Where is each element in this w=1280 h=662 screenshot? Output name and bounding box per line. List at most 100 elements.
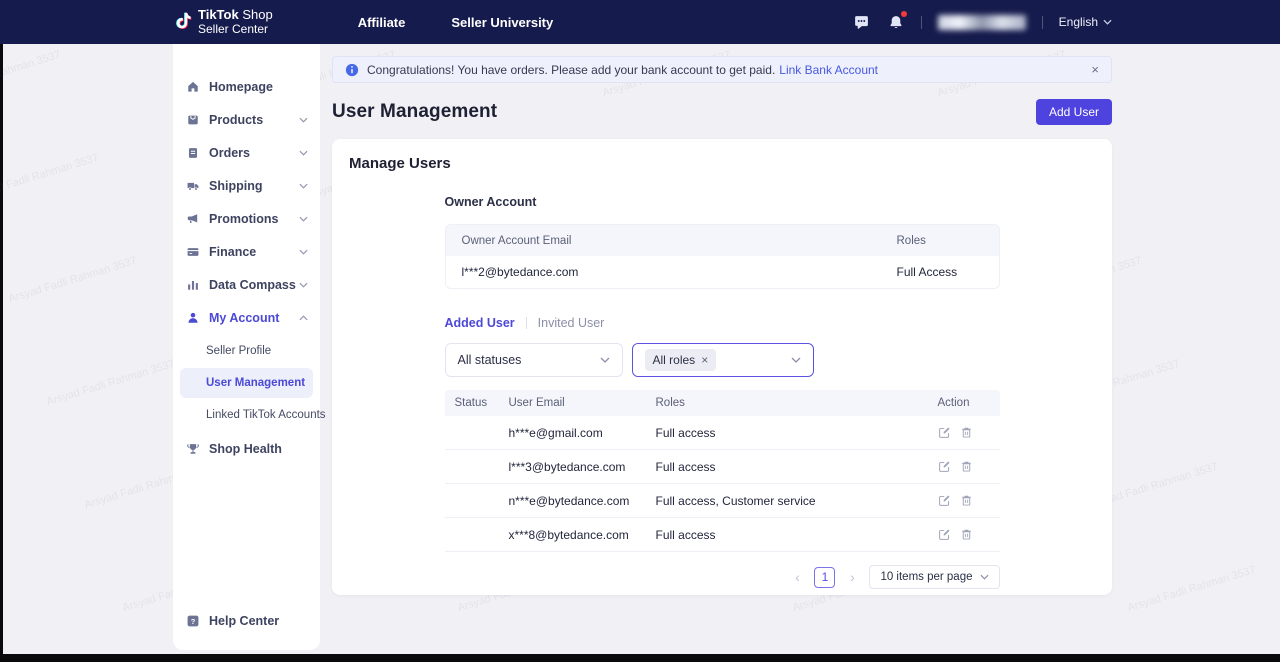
navbar-right: English bbox=[853, 13, 1112, 31]
card-title: Manage Users bbox=[332, 139, 1112, 172]
items-per-page-select[interactable]: 10 items per page bbox=[869, 565, 999, 589]
notifications-bell-icon[interactable] bbox=[887, 13, 905, 31]
sidebar-subitem-seller-profile[interactable]: Seller Profile bbox=[180, 336, 313, 366]
delete-icon[interactable] bbox=[960, 528, 973, 541]
add-user-button[interactable]: Add User bbox=[1036, 99, 1112, 125]
owner-email-header: Owner Account Email bbox=[462, 235, 897, 247]
owner-roles-header: Roles bbox=[897, 235, 983, 247]
tiktok-shop-logo[interactable]: TikTok Shop Seller Center bbox=[171, 8, 273, 35]
prev-page-button[interactable]: ‹ bbox=[787, 567, 807, 588]
sidebar-item-products[interactable]: Products bbox=[173, 103, 320, 136]
edit-icon[interactable] bbox=[938, 426, 951, 439]
chevron-down-icon bbox=[791, 357, 801, 363]
sidebar-item-homepage[interactable]: Homepage bbox=[173, 70, 320, 103]
promotions-megaphone-icon bbox=[186, 212, 200, 226]
user-roles: Full access, Customer service bbox=[656, 494, 938, 508]
roles-filter-select[interactable]: All roles × bbox=[632, 343, 814, 377]
logo-text: TikTok Shop Seller Center bbox=[198, 8, 273, 35]
sidebar-item-my-account[interactable]: My Account bbox=[173, 301, 320, 334]
user-email: l***3@bytedance.com bbox=[509, 460, 656, 474]
tab-added-user[interactable]: Added User bbox=[445, 316, 515, 330]
page-number-button[interactable]: 1 bbox=[814, 567, 835, 588]
next-page-button[interactable]: › bbox=[842, 567, 862, 588]
pagination: ‹ 1 › 10 items per page bbox=[445, 565, 1000, 589]
items-per-page-value: 10 items per page bbox=[880, 571, 972, 583]
sidebar-item-label: Finance bbox=[209, 245, 299, 259]
sidebar-item-label: Products bbox=[209, 113, 299, 127]
sidebar-subitem-linked-tiktok-accounts[interactable]: Linked TikTok Accounts bbox=[180, 400, 313, 430]
account-name-blurred[interactable] bbox=[938, 15, 1026, 30]
sidebar-subitem-user-management[interactable]: User Management bbox=[180, 368, 313, 398]
user-roles: Full access bbox=[656, 528, 938, 542]
status-filter-value: All statuses bbox=[458, 353, 522, 367]
owner-table-header: Owner Account Email Roles bbox=[446, 225, 999, 256]
user-roles: Full access bbox=[656, 460, 938, 474]
language-label: English bbox=[1059, 15, 1098, 29]
table-row: l***3@bytedance.com Full access bbox=[445, 450, 1000, 484]
chevron-down-icon bbox=[299, 183, 308, 189]
link-bank-account-link[interactable]: Link Bank Account bbox=[779, 63, 878, 77]
svg-text:?: ? bbox=[191, 617, 196, 626]
delete-icon[interactable] bbox=[960, 426, 973, 439]
user-email: h***e@gmail.com bbox=[509, 426, 656, 440]
language-selector[interactable]: English bbox=[1059, 15, 1112, 29]
roles-chip-label: All roles bbox=[653, 353, 696, 367]
nav-divider bbox=[1042, 16, 1043, 29]
nav-link-affiliate[interactable]: Affiliate bbox=[358, 15, 406, 30]
owner-roles-value: Full Access bbox=[897, 265, 983, 279]
top-navbar: TikTok Shop Seller Center Affiliate Sell… bbox=[0, 0, 1280, 44]
sidebar-item-label: Data Compass bbox=[209, 278, 299, 292]
chevron-down-icon bbox=[299, 117, 308, 123]
nav-divider bbox=[921, 16, 922, 29]
nav-links: Affiliate Seller University bbox=[358, 15, 554, 30]
sidebar-item-orders[interactable]: Orders bbox=[173, 136, 320, 169]
nav-link-seller-university[interactable]: Seller University bbox=[451, 15, 553, 30]
table-row: x***8@bytedance.com Full access bbox=[445, 518, 1000, 552]
roles-header: Roles bbox=[656, 397, 938, 409]
sidebar-item-shipping[interactable]: Shipping bbox=[173, 169, 320, 202]
status-filter-select[interactable]: All statuses bbox=[445, 343, 623, 377]
manage-users-card: Manage Users Owner Account Owner Account… bbox=[332, 139, 1112, 595]
delete-icon[interactable] bbox=[960, 460, 973, 473]
orders-document-icon bbox=[186, 146, 200, 160]
notification-banner: Congratulations! You have orders. Please… bbox=[332, 56, 1112, 83]
edit-icon[interactable] bbox=[938, 528, 951, 541]
logo-brand: TikTok bbox=[198, 7, 239, 22]
info-icon bbox=[345, 63, 359, 77]
sidebar-item-help-center[interactable]: ? Help Center bbox=[173, 614, 320, 628]
sidebar-item-finance[interactable]: Finance bbox=[173, 235, 320, 268]
shipping-truck-icon bbox=[186, 179, 200, 193]
owner-account-table: Owner Account Email Roles l***2@bytedanc… bbox=[445, 224, 1000, 289]
sidebar-item-data-compass[interactable]: Data Compass bbox=[173, 268, 320, 301]
app-window: Arsyad Fadli Rahman 3537Arsyad Fadli Rah… bbox=[0, 0, 1280, 662]
logo-subtitle: Seller Center bbox=[198, 23, 273, 36]
tiktok-note-icon bbox=[171, 11, 192, 32]
edit-icon[interactable] bbox=[938, 494, 951, 507]
sidebar-item-label: Orders bbox=[209, 146, 299, 160]
chat-icon[interactable] bbox=[853, 13, 871, 31]
user-roles: Full access bbox=[656, 426, 938, 440]
shop-health-trophy-icon bbox=[186, 442, 200, 456]
tab-divider bbox=[526, 317, 527, 329]
edit-icon[interactable] bbox=[938, 460, 951, 473]
delete-icon[interactable] bbox=[960, 494, 973, 507]
table-row: h***e@gmail.com Full access bbox=[445, 416, 1000, 450]
tab-invited-user[interactable]: Invited User bbox=[538, 316, 605, 330]
chevron-down-icon bbox=[600, 357, 610, 363]
banner-message: Congratulations! You have orders. Please… bbox=[367, 63, 775, 77]
my-account-user-icon bbox=[186, 311, 200, 325]
sidebar-item-promotions[interactable]: Promotions bbox=[173, 202, 320, 235]
sidebar-item-shop-health[interactable]: Shop Health bbox=[173, 432, 320, 465]
user-email: x***8@bytedance.com bbox=[509, 528, 656, 542]
chevron-down-icon bbox=[299, 282, 308, 288]
finance-card-icon bbox=[186, 245, 200, 259]
banner-close-icon[interactable]: × bbox=[1091, 63, 1099, 76]
logo-brand-rest: Shop bbox=[239, 7, 273, 22]
users-table-header: Status User Email Roles Action bbox=[445, 390, 1000, 416]
owner-account-label: Owner Account bbox=[445, 195, 1000, 209]
chip-remove-icon[interactable]: × bbox=[701, 354, 708, 366]
chevron-up-icon bbox=[299, 315, 308, 321]
chevron-down-icon bbox=[299, 249, 308, 255]
chevron-down-icon bbox=[1103, 19, 1112, 25]
sidebar-item-label: Promotions bbox=[209, 212, 299, 226]
